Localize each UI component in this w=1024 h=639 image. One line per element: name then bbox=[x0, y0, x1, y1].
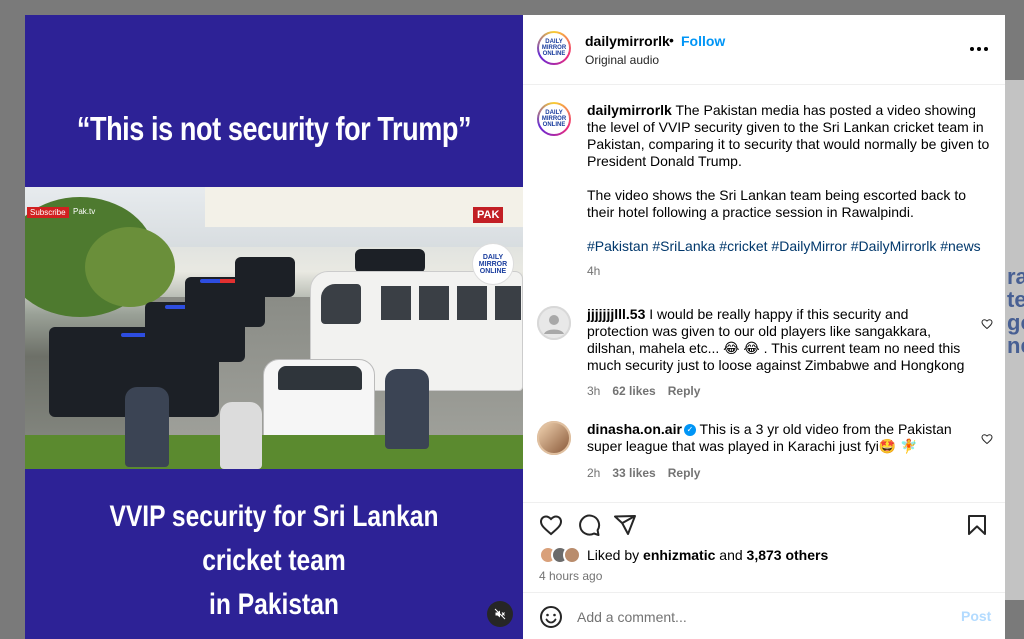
comment-text: dinasha.on.air ✓ This is a 3 yr old video… bbox=[587, 421, 967, 455]
avatar[interactable]: DAILY MIRROR ONLINE bbox=[537, 102, 571, 136]
post-media[interactable]: “This is not security for Trump” Subscri… bbox=[25, 15, 523, 639]
video-car bbox=[235, 257, 295, 297]
likes-summary[interactable]: Liked by enhizmatic and 3,873 others bbox=[539, 545, 828, 565]
liked-by-user[interactable]: enhizmatic bbox=[643, 547, 715, 563]
comment-composer: Post bbox=[523, 592, 1005, 639]
heart-icon[interactable] bbox=[539, 513, 563, 537]
caption-time[interactable]: 4h bbox=[587, 263, 993, 280]
likes-and: and bbox=[715, 547, 747, 563]
likes-count[interactable]: 3,873 others bbox=[747, 547, 829, 563]
heart-icon[interactable] bbox=[981, 433, 993, 445]
comment-input[interactable] bbox=[577, 605, 937, 629]
original-audio-link[interactable]: Original audio bbox=[585, 53, 659, 67]
background-page-strip: ra te go ne bbox=[1004, 80, 1024, 600]
post-header: DAILY MIRROR ONLINE dailymirrorlk • Follow… bbox=[523, 15, 1005, 85]
reply-button[interactable]: Reply bbox=[668, 466, 701, 480]
comment-username[interactable]: dinasha.on.air bbox=[587, 421, 682, 437]
video-motorcycle bbox=[220, 402, 262, 469]
verified-badge-icon: ✓ bbox=[683, 424, 696, 437]
comment-icon[interactable] bbox=[577, 513, 601, 537]
post-modal: “This is not security for Trump” Subscri… bbox=[25, 15, 1005, 639]
comment-time[interactable]: 2h bbox=[587, 466, 600, 480]
emoji-icon[interactable] bbox=[539, 605, 563, 629]
comment-username[interactable]: jjjjjjjlll.53 bbox=[587, 306, 645, 322]
video-car bbox=[355, 249, 425, 273]
video-subscribe-badge: Subscribe bbox=[27, 207, 69, 218]
headline-line: in Pakistan bbox=[209, 588, 339, 621]
post-comment-button[interactable]: Post bbox=[961, 608, 991, 624]
post-details-panel: DAILY MIRROR ONLINE dailymirrorlk • Follow… bbox=[523, 15, 1005, 639]
video-tree bbox=[85, 227, 175, 307]
likes-prefix: Liked by bbox=[587, 547, 644, 563]
caption-username[interactable]: dailymirrorlk bbox=[587, 102, 672, 118]
share-icon[interactable] bbox=[613, 513, 637, 537]
comment-likes[interactable]: 33 likes bbox=[612, 466, 655, 480]
avatar[interactable] bbox=[537, 306, 571, 340]
post-timestamp[interactable]: 4 hours ago bbox=[539, 569, 602, 583]
follow-button[interactable]: Follow bbox=[681, 33, 725, 49]
separator-dot: • bbox=[669, 32, 674, 48]
caption-hashtags[interactable]: #Pakistan #SriLanka #cricket #DailyMirro… bbox=[587, 238, 993, 255]
avatar bbox=[563, 546, 581, 564]
comment-meta: 2h 33 likes Reply bbox=[587, 466, 700, 480]
media-headline-top: “This is not security for Trump” bbox=[76, 110, 472, 147]
more-options-icon[interactable] bbox=[969, 39, 989, 59]
comments-scroll[interactable]: DAILY MIRROR ONLINE dailymirrorlk The Paki… bbox=[523, 86, 1005, 502]
comment-text: jjjjjjjlll.53 I would be really happy if… bbox=[587, 306, 967, 374]
background-text: go bbox=[1007, 310, 1024, 335]
caption-body-2: The video shows the Sri Lankan team bein… bbox=[587, 187, 966, 220]
mute-button[interactable] bbox=[487, 601, 513, 627]
heart-icon[interactable] bbox=[981, 318, 993, 330]
video-motorcycle bbox=[385, 369, 429, 449]
likes-text: Liked by enhizmatic and 3,873 others bbox=[587, 547, 828, 563]
video-channel-name: Pak.tv bbox=[73, 207, 96, 216]
comment-item: dinasha.on.air ✓ This is a 3 yr old video… bbox=[537, 421, 993, 481]
video-hedge bbox=[25, 435, 523, 469]
caption-text: dailymirrorlk The Pakistan media has pos… bbox=[587, 102, 993, 280]
video-motorcycle bbox=[125, 387, 169, 467]
comment-meta: 3h 62 likes Reply bbox=[587, 384, 700, 398]
post-actions: Liked by enhizmatic and 3,873 others 4 h… bbox=[523, 502, 1005, 592]
comment-time[interactable]: 3h bbox=[587, 384, 600, 398]
headline-line: VVIP security for Sri Lankan cricket tea… bbox=[109, 500, 439, 577]
background-text: te bbox=[1007, 287, 1024, 312]
background-text: ra bbox=[1007, 264, 1024, 289]
avatar[interactable]: DAILY MIRROR ONLINE bbox=[537, 31, 571, 65]
comment-item: jjjjjjjlll.53 I would be really happy if… bbox=[537, 306, 993, 398]
bookmark-icon[interactable] bbox=[965, 513, 989, 537]
video-pak-badge: PAK bbox=[473, 207, 504, 223]
comment-likes[interactable]: 62 likes bbox=[612, 384, 655, 398]
avatar[interactable] bbox=[537, 421, 571, 455]
video-frame[interactable]: Subscribe Pak.tv PAK DAILY MIRROR ONLINE bbox=[25, 187, 523, 469]
reply-button[interactable]: Reply bbox=[668, 384, 701, 398]
background-text: ne bbox=[1007, 333, 1024, 358]
video-siren bbox=[200, 279, 240, 283]
speaker-muted-icon bbox=[494, 608, 506, 620]
default-avatar-icon bbox=[544, 315, 564, 334]
video-logo: DAILY MIRROR ONLINE bbox=[472, 243, 514, 285]
media-headline-bottom: VVIP security for Sri Lankan cricket tea… bbox=[70, 495, 478, 627]
header-username[interactable]: dailymirrorlk bbox=[585, 33, 670, 49]
